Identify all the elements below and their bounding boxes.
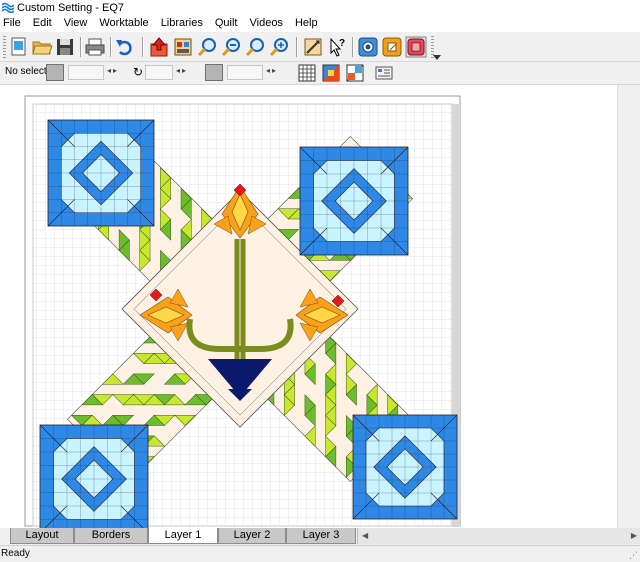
corner-block bbox=[299, 146, 409, 256]
rotate-field[interactable] bbox=[145, 65, 173, 80]
menu-libraries[interactable]: Libraries bbox=[155, 16, 209, 32]
resize-grip-icon[interactable]: ⋰ bbox=[629, 550, 638, 561]
eq7-app-icon bbox=[2, 2, 14, 13]
menu-quilt[interactable]: Quilt bbox=[209, 16, 244, 32]
color-block-icon[interactable] bbox=[321, 63, 341, 83]
rotate-spinner-icon[interactable]: ◂▸ bbox=[176, 66, 188, 75]
worktable[interactable] bbox=[0, 85, 640, 534]
toolbar-separator bbox=[296, 37, 298, 57]
menu-worktable[interactable]: Worktable bbox=[93, 16, 154, 32]
svg-text:?: ? bbox=[339, 38, 345, 49]
menu-edit[interactable]: Edit bbox=[27, 16, 58, 32]
status-bar: Ready ⋰ bbox=[0, 545, 640, 562]
menu-videos[interactable]: Videos bbox=[244, 16, 289, 32]
menu-help[interactable]: Help bbox=[289, 16, 324, 32]
fill-color-swatch bbox=[46, 64, 64, 81]
toolbar-overflow-icon[interactable] bbox=[433, 55, 441, 61]
horizontal-scrollbar[interactable]: ◀ ▶ bbox=[357, 528, 640, 544]
width-spinner-icon[interactable]: ◂▸ bbox=[107, 66, 119, 75]
window-title: Custom Setting - EQ7 bbox=[17, 2, 124, 14]
tab-layout[interactable]: Layout bbox=[10, 528, 74, 544]
toolbar-separator bbox=[142, 37, 144, 57]
menu-view[interactable]: View bbox=[58, 16, 94, 32]
tab-layer-2[interactable]: Layer 2 bbox=[218, 528, 286, 544]
scroll-right-icon[interactable]: ▶ bbox=[631, 531, 637, 540]
edit-fabric-icon[interactable] bbox=[405, 36, 427, 58]
selection-label: No select bbox=[5, 66, 47, 77]
new-quilt-icon[interactable] bbox=[8, 36, 30, 58]
zoom-out-icon[interactable] bbox=[220, 36, 242, 58]
corner-block bbox=[352, 414, 458, 520]
properties-toolbar: No select ◂▸ ↻ ◂▸ ◂▸ bbox=[0, 62, 640, 85]
main-toolbar: ? bbox=[0, 33, 640, 62]
edit-block-icon[interactable] bbox=[381, 36, 403, 58]
width-field[interactable] bbox=[68, 65, 104, 80]
menu-bar: File Edit View Worktable Libraries Quilt… bbox=[0, 16, 640, 32]
sketchbook-icon[interactable] bbox=[172, 36, 194, 58]
toolbar-separator bbox=[80, 37, 82, 57]
tab-layer-1[interactable]: Layer 1 bbox=[148, 528, 218, 544]
layer-grid-icon[interactable] bbox=[345, 63, 365, 83]
toolbar-grip[interactable] bbox=[3, 36, 6, 58]
open-folder-icon[interactable] bbox=[31, 36, 53, 58]
rotate-icon: ↻ bbox=[133, 65, 144, 79]
menu-file[interactable]: File bbox=[0, 16, 27, 32]
print-icon[interactable] bbox=[84, 36, 106, 58]
camera-icon[interactable] bbox=[357, 36, 379, 58]
undo-icon[interactable] bbox=[114, 36, 136, 58]
quilt-canvas[interactable] bbox=[0, 85, 617, 534]
refresh-zoom-icon[interactable] bbox=[244, 36, 266, 58]
save-icon[interactable] bbox=[54, 36, 76, 58]
fit-to-worktable-icon[interactable] bbox=[268, 36, 290, 58]
line-color-swatch bbox=[205, 64, 223, 81]
scroll-left-icon[interactable]: ◀ bbox=[362, 531, 368, 540]
vertical-scrollbar[interactable] bbox=[617, 85, 640, 528]
grid-layout-icon[interactable] bbox=[297, 63, 317, 83]
adjust-tool-icon[interactable] bbox=[302, 36, 324, 58]
status-text: Ready bbox=[1, 548, 30, 559]
toolbar-separator bbox=[352, 37, 354, 57]
line-spinner-icon[interactable]: ◂▸ bbox=[266, 66, 278, 75]
tab-layer-3[interactable]: Layer 3 bbox=[286, 528, 356, 544]
toolbar-separator bbox=[110, 37, 112, 57]
tab-borders[interactable]: Borders bbox=[74, 528, 148, 544]
zoom-in-icon[interactable] bbox=[196, 36, 218, 58]
title-bar: Custom Setting - EQ7 bbox=[0, 0, 640, 16]
corner-block bbox=[39, 424, 149, 534]
help-pointer-icon[interactable]: ? bbox=[326, 36, 348, 58]
corner-block bbox=[47, 119, 155, 227]
add-to-project-icon[interactable] bbox=[148, 36, 170, 58]
properties-icon[interactable] bbox=[374, 63, 394, 83]
line-width-field[interactable] bbox=[227, 65, 263, 80]
